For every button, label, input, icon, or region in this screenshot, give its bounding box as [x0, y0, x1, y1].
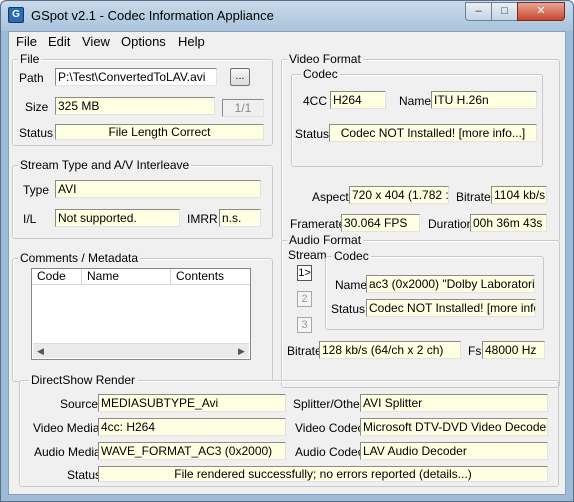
framerate-label: Framerate	[290, 217, 346, 231]
horizontal-scrollbar[interactable]: ◀ ▶	[33, 343, 249, 358]
size-label: Size	[25, 100, 49, 114]
audio-bitrate-field: 128 kb/s (64/ch x 2 ch)	[319, 341, 461, 359]
audio-format-legend: Audio Format	[287, 233, 364, 247]
audio-media-field: WAVE_FORMAT_AC3 (0x2000)	[98, 442, 286, 460]
scroll-left-icon[interactable]: ◀	[33, 344, 48, 358]
video-status-field[interactable]: Codec NOT Installed! [more info...]	[329, 124, 537, 142]
window-title: GSpot v2.1 - Codec Information Appliance	[31, 8, 274, 23]
audio-name-field: ac3 (0x2000) "Dolby Laboratories,	[366, 275, 535, 293]
splitter-field: AVI Splitter	[360, 394, 548, 412]
aspect-label: Aspect	[312, 190, 349, 204]
video-name-label: Name	[399, 94, 432, 108]
audio-media-label: Audio Media	[34, 445, 101, 459]
video-codec-group: Codec 4CC H264 Name ITU H.26n Status Cod…	[291, 67, 543, 167]
stream-type-group: Stream Type and A/V Interleave Type AVI …	[12, 158, 273, 239]
fourcc-field: H264	[330, 91, 386, 109]
directshow-group: DirectShow Render Source MEDIASUBTYPE_Av…	[19, 373, 559, 487]
video-codec-label: Video Codec	[295, 421, 364, 435]
il-field: Not supported.	[55, 209, 180, 227]
stream-type-legend: Stream Type and A/V Interleave	[18, 158, 192, 172]
imrr-field: n.s.	[219, 209, 261, 227]
video-bitrate-label: Bitrate	[456, 190, 491, 204]
comments-list-header: Code Name Contents	[32, 269, 250, 285]
menu-file[interactable]: File	[16, 34, 37, 49]
audio-bitrate-label: Bitrate	[287, 344, 322, 358]
file-status-label: Status	[19, 126, 54, 140]
file-status-field: File Length Correct	[55, 124, 264, 140]
menu-edit[interactable]: Edit	[48, 34, 70, 49]
maximize-button[interactable]: □	[491, 2, 518, 21]
application-window: G GSpot v2.1 - Codec Information Applian…	[0, 0, 574, 502]
aspect-field: 720 x 404 (1.782 : 1	[349, 186, 449, 204]
stream-2-button[interactable]: 2	[297, 291, 312, 307]
audio-codec-label: Audio Codec	[295, 445, 364, 459]
menu-help[interactable]: Help	[178, 34, 205, 49]
title-bar[interactable]: G GSpot v2.1 - Codec Information Applian…	[1, 1, 573, 31]
size-field: 325 MB	[55, 97, 215, 115]
comments-group: Comments / Metadata Code Name Contents ◀…	[12, 251, 273, 382]
stream-3-button[interactable]: 3	[297, 317, 312, 333]
framerate-field: 30.064 FPS	[341, 214, 420, 232]
video-media-label: Video Media	[33, 421, 100, 435]
il-label: I/L	[23, 212, 37, 226]
path-label: Path	[19, 71, 44, 85]
browse-button[interactable]: ...	[230, 68, 250, 86]
stream-1-button[interactable]: 1>	[297, 265, 312, 281]
audio-status-label: Status	[331, 302, 366, 316]
video-media-field: 4cc: H264	[98, 418, 286, 436]
path-field[interactable]: P:\Test\ConvertedToLAV.avi	[55, 68, 217, 86]
duration-label: Duration	[428, 217, 474, 231]
fs-field: 48000 Hz	[482, 341, 545, 359]
directshow-legend: DirectShow Render	[29, 373, 138, 387]
video-codec-field: Microsoft DTV-DVD Video Decoder	[360, 418, 548, 436]
video-name-field: ITU H.26n	[431, 91, 537, 109]
stream-label: Stream	[288, 248, 327, 262]
imrr-label: IMRR	[187, 212, 218, 226]
audio-status-field[interactable]: Codec NOT Installed! [more info...]	[366, 299, 536, 317]
audio-codec-legend: Codec	[332, 249, 371, 263]
gspot-app-icon[interactable]: G	[8, 7, 24, 23]
comments-legend: Comments / Metadata	[18, 251, 141, 265]
column-contents[interactable]: Contents	[171, 269, 250, 285]
close-button[interactable]: ✕	[517, 2, 565, 21]
audio-codec-field: LAV Audio Decoder	[360, 442, 548, 460]
scroll-right-icon[interactable]: ▶	[234, 344, 249, 358]
type-field: AVI	[55, 180, 261, 198]
minimize-button[interactable]: –	[465, 2, 492, 21]
source-label: Source	[60, 397, 99, 411]
video-format-legend: Video Format	[287, 52, 363, 66]
video-format-group: Video Format Codec 4CC H264 Name ITU H.2…	[281, 52, 560, 242]
client-area: File Edit View Options Help File Path P:…	[8, 31, 566, 495]
type-label: Type	[23, 183, 50, 197]
audio-format-group: Audio Format Stream 1> 2 3 Codec Name ac…	[281, 233, 560, 388]
splitter-label: Splitter/Other	[293, 397, 364, 411]
column-code[interactable]: Code	[32, 269, 82, 285]
audio-name-label: Name	[335, 278, 368, 292]
menu-options[interactable]: Options	[121, 34, 166, 49]
menu-view[interactable]: View	[82, 34, 110, 49]
video-codec-legend: Codec	[301, 67, 340, 81]
file-legend: File	[18, 52, 42, 66]
source-field: MEDIASUBTYPE_Avi	[98, 394, 286, 412]
video-bitrate-field: 1104 kb/s	[491, 186, 547, 204]
file-group: File Path P:\Test\ConvertedToLAV.avi ...…	[12, 52, 273, 146]
video-status-label: Status	[295, 127, 330, 141]
duration-field: 00h 36m 43s	[470, 214, 547, 232]
fourcc-label: 4CC	[303, 94, 328, 108]
column-name[interactable]: Name	[82, 269, 171, 285]
audio-codec-group: Codec Name ac3 (0x2000) "Dolby Laborator…	[325, 249, 544, 330]
menu-bar: File Edit View Options Help	[9, 32, 565, 52]
fs-label: Fs	[468, 344, 482, 358]
render-status-field[interactable]: File rendered successfully; no errors re…	[98, 466, 548, 482]
comments-list[interactable]: Code Name Contents ◀ ▶	[31, 268, 251, 360]
page-counter: 1/1	[222, 99, 264, 117]
render-status-label: Status	[67, 468, 102, 482]
